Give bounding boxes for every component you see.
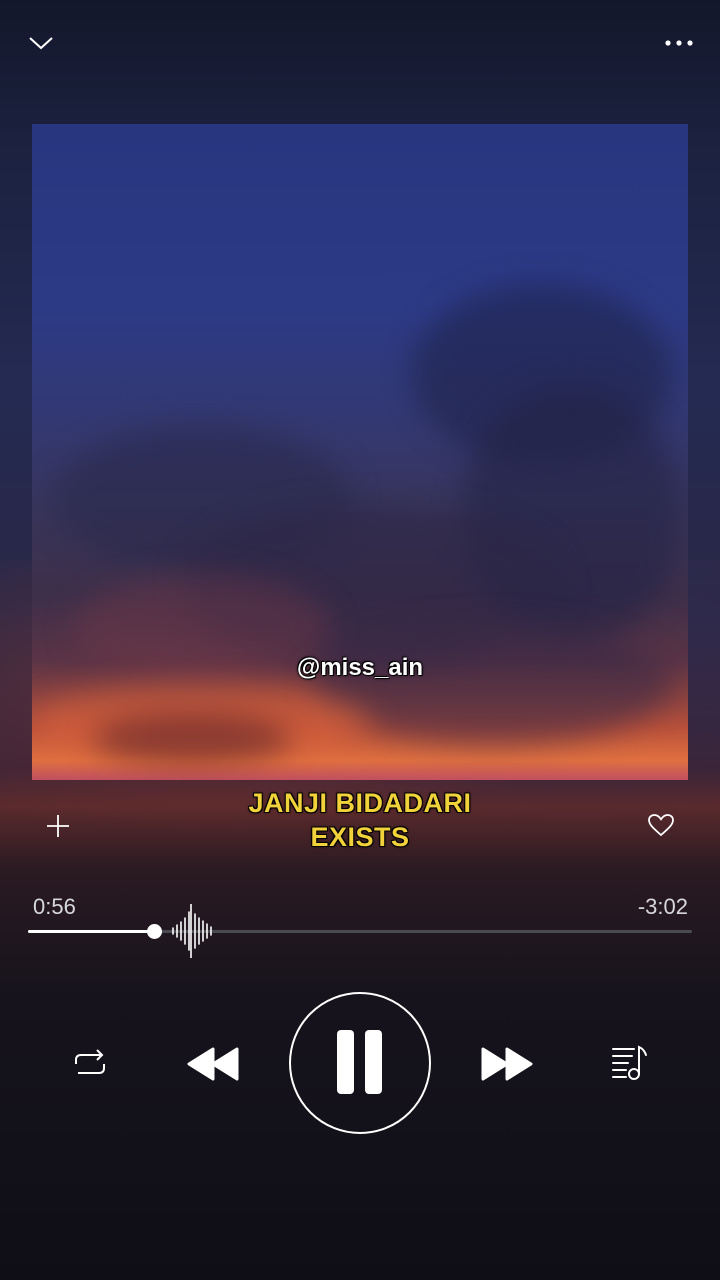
fast-forward-icon bbox=[481, 1047, 533, 1081]
next-button[interactable] bbox=[476, 1040, 538, 1088]
progress-bar[interactable] bbox=[28, 924, 692, 939]
track-title-line-2: EXISTS bbox=[310, 822, 410, 852]
album-cover: @miss_ain bbox=[32, 124, 688, 780]
track-title-line-1: JANJI BIDADARI bbox=[248, 788, 472, 818]
previous-button[interactable] bbox=[182, 1040, 244, 1088]
track-title: JANJI BIDADARI EXISTS bbox=[0, 786, 720, 854]
rewind-icon bbox=[187, 1047, 239, 1081]
more-dots-icon bbox=[665, 40, 693, 46]
queue-button[interactable] bbox=[606, 1040, 654, 1086]
repeat-icon bbox=[75, 1049, 105, 1074]
more-options-button[interactable] bbox=[656, 28, 702, 58]
pause-button[interactable] bbox=[289, 992, 431, 1134]
playlist-icon bbox=[612, 1045, 647, 1080]
cover-watermark-handle: @miss_ain bbox=[296, 654, 424, 681]
progress-fill bbox=[28, 930, 155, 933]
elapsed-time: 0:56 bbox=[33, 894, 76, 919]
heart-icon bbox=[648, 814, 674, 837]
pause-icon bbox=[337, 1030, 382, 1094]
like-button[interactable] bbox=[642, 808, 680, 842]
collapse-button[interactable] bbox=[22, 26, 60, 60]
remaining-time: -3:02 bbox=[637, 894, 688, 919]
progress-thumb[interactable] bbox=[147, 924, 163, 939]
chevron-down-icon bbox=[29, 37, 53, 50]
repeat-button[interactable] bbox=[66, 1042, 114, 1086]
audio-waveform-icon bbox=[172, 904, 212, 958]
